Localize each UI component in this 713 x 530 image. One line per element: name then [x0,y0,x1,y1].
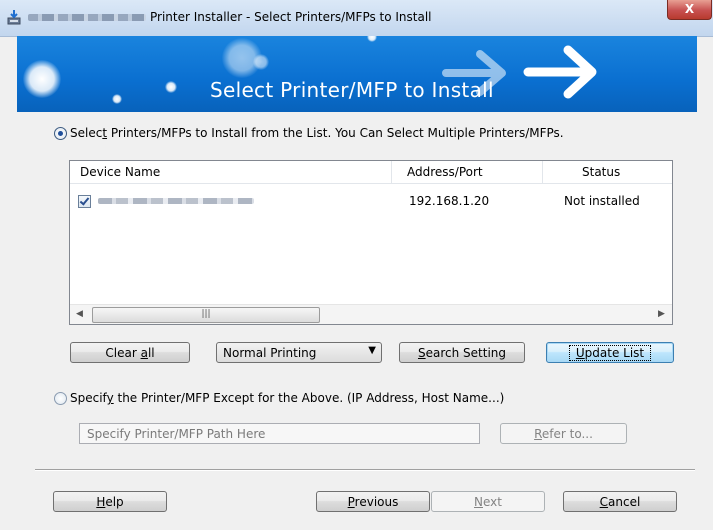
button-text: efer to... [541,427,593,441]
banner-dot-tiny [112,94,122,104]
title-bar: Printer Installer - Select Printers/MFPs… [0,0,713,37]
device-address: 192.168.1.20 [409,194,490,208]
header-banner: Select Printer/MFP to Install [17,36,697,112]
refer-to-button[interactable]: Refer to... [500,423,627,444]
footer-divider [35,469,695,471]
column-separator[interactable] [391,161,392,183]
device-checkbox[interactable] [78,195,91,208]
button-accelerator: C [599,495,609,509]
previous-button[interactable]: Previous [316,491,430,512]
button-accelerator: N [474,495,483,509]
device-status: Not installed [564,194,640,208]
chevron-down-icon: ▼ [368,345,376,356]
banner-dot-small [165,81,177,93]
redacted-title-prefix [28,14,146,21]
button-accelerator: H [96,495,106,509]
list-header: Device Name Address/Port Status [70,161,672,184]
label-text: the Printer/MFP Except for the Above. (I… [113,391,505,405]
scroll-thumb[interactable]: ||| [92,307,320,323]
banner-dot-top [367,36,377,42]
button-text: earch Setting [425,346,506,360]
label-text: Specif [70,391,107,405]
button-text: Clear [105,346,141,360]
specify-path-radio[interactable] [54,392,67,405]
close-button[interactable]: X [667,0,712,20]
banner-dot-blur [253,54,269,70]
next-button[interactable]: Next [431,491,545,512]
column-header-address-port[interactable]: Address/Port [407,165,483,179]
button-text: pdate List [584,346,645,360]
button-text: ancel [608,495,641,509]
focus-ring: Update List [568,345,652,361]
specify-path-label[interactable]: Specify the Printer/MFP Except for the A… [70,391,504,405]
banner-title: Select Printer/MFP to Install [210,78,494,102]
label-text: Selec [70,126,103,140]
button-accelerator: U [575,346,585,360]
column-header-status[interactable]: Status [582,165,620,179]
button-text: ll [147,346,155,360]
printer-path-input[interactable] [80,424,479,443]
select-from-list-radio[interactable] [54,127,67,140]
search-setting-button[interactable]: Search Setting [399,342,525,363]
installer-icon [7,10,21,25]
label-text: Printers/MFPs to Install from the List. … [107,126,564,140]
device-list[interactable]: Device Name Address/Port Status 192.168.… [69,160,673,325]
button-text: revious [354,495,399,509]
banner-dot-large [23,60,61,98]
printing-mode-value: Normal Printing [223,346,317,360]
button-accelerator: a [140,346,148,360]
device-name-redacted [98,198,254,204]
button-accelerator: R [534,427,542,441]
column-separator[interactable] [542,161,543,183]
update-list-button[interactable]: Update List [546,342,674,363]
clear-all-button[interactable]: Clear all [70,342,190,363]
cancel-button[interactable]: Cancel [563,491,677,512]
button-accelerator: P [347,495,355,509]
column-header-device-name[interactable]: Device Name [80,165,160,179]
arrow-right-icon [523,45,597,99]
window-title: Printer Installer - Select Printers/MFPs… [150,10,432,24]
printer-path-field[interactable] [79,423,480,444]
button-accelerator: S [417,346,426,360]
button-text: elp [105,495,124,509]
help-button[interactable]: Help [53,491,167,512]
scroll-right-icon[interactable]: ▶ [658,309,665,319]
button-text: ext [483,495,502,509]
label-accelerator: y [106,391,114,405]
horizontal-scrollbar[interactable]: ◀ ||| ▶ [70,304,672,324]
select-from-list-label[interactable]: Select Printers/MFPs to Install from the… [70,126,564,140]
scroll-left-icon[interactable]: ◀ [76,309,83,319]
printing-mode-select[interactable]: Normal Printing ▼ [216,342,382,363]
